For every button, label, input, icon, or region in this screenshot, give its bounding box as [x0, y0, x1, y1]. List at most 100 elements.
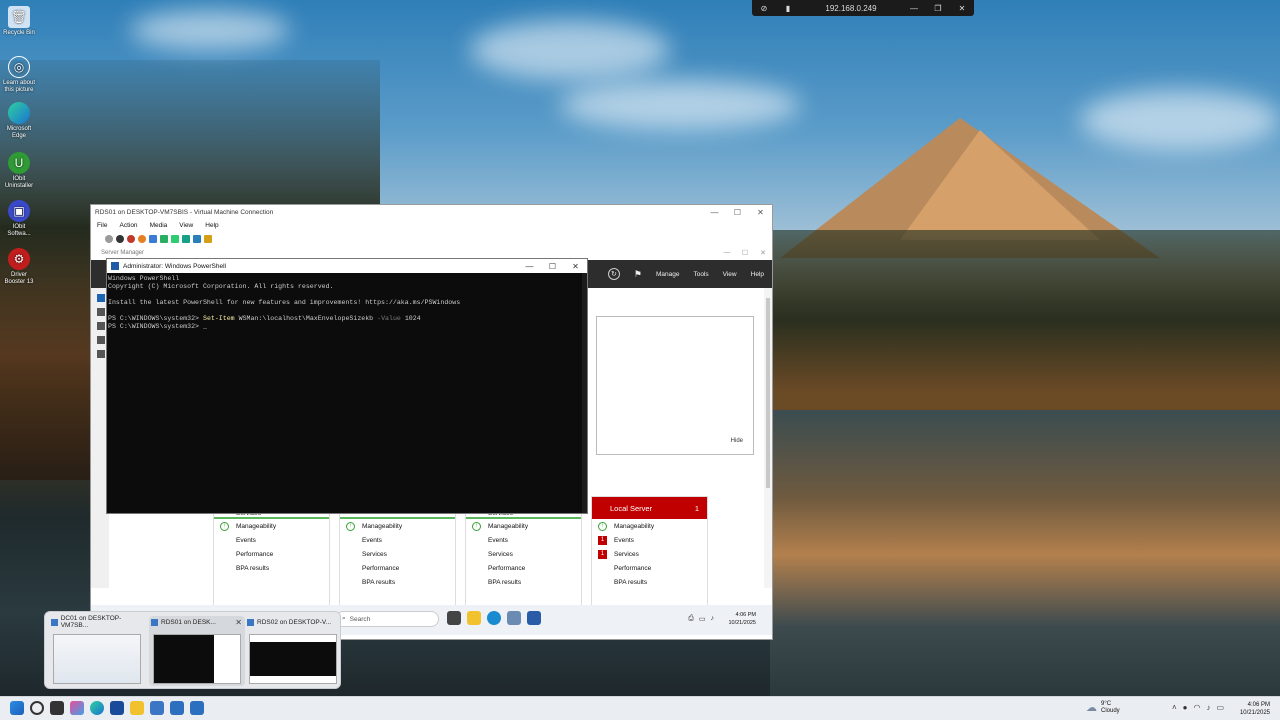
thumbnail-rds01[interactable]: RDS01 on DESK... ✕	[149, 616, 245, 686]
tile-row-manageability[interactable]: ↑ Manageability	[340, 519, 455, 533]
restore-button[interactable]: ❐	[926, 4, 950, 13]
tile-row-performance[interactable]: Performance	[466, 561, 581, 575]
tile-row-manageability[interactable]: ↑ Manageability	[466, 519, 581, 533]
refresh-icon[interactable]: ↻	[607, 268, 620, 280]
server-manager-scrollbar[interactable]	[764, 288, 772, 588]
minimize-button[interactable]: —	[718, 249, 736, 257]
file-explorer-icon[interactable]	[130, 701, 144, 715]
file-services-icon[interactable]	[97, 336, 105, 344]
tile-row-services[interactable]: Services	[466, 547, 581, 561]
desktop-icon-iobit-software[interactable]: ▣ IObit Softwa...	[2, 200, 36, 238]
maximize-button[interactable]: ☐	[726, 208, 749, 217]
minimize-button[interactable]: —	[902, 4, 926, 13]
checkpoint-icon[interactable]	[171, 235, 179, 243]
powershell-icon[interactable]	[527, 611, 541, 625]
task-view-icon[interactable]	[50, 701, 64, 715]
server-manager-icon[interactable]	[507, 611, 521, 625]
minimize-button[interactable]: —	[518, 262, 541, 271]
nav-manage[interactable]: Manage	[656, 271, 680, 278]
tile-row-performance[interactable]: Performance	[340, 561, 455, 575]
edge-icon[interactable]	[90, 701, 104, 715]
vm-search-box[interactable]: ⌕ Search	[335, 611, 439, 627]
close-button[interactable]: ✕	[749, 208, 772, 217]
tile-row-events[interactable]: Events	[340, 533, 455, 547]
nav-view[interactable]: View	[723, 271, 737, 278]
ctrl-alt-del-icon[interactable]	[105, 235, 113, 243]
menu-media[interactable]: Media	[150, 222, 168, 229]
nav-tools[interactable]: Tools	[693, 271, 708, 278]
tile-row-events[interactable]: Events	[214, 533, 329, 547]
menu-file[interactable]: File	[97, 222, 107, 229]
volume-icon[interactable]: ♪	[711, 615, 715, 623]
desktop-icon-edge[interactable]: Microsoft Edge	[2, 102, 36, 140]
vm-clock[interactable]: 4:06 PM 10/21/2025	[728, 611, 756, 627]
tile-row-bpa[interactable]: BPA results	[214, 561, 329, 575]
network-icon[interactable]: ●	[1183, 703, 1188, 712]
desktop-icon-driver-booster[interactable]: ⚙ Driver Booster 13	[2, 248, 36, 286]
volume-icon[interactable]: ♪	[1207, 703, 1211, 712]
tile-row-services[interactable]: Services	[340, 547, 455, 561]
menu-action[interactable]: Action	[119, 222, 137, 229]
no-connection-icon[interactable]: ⊘	[752, 4, 776, 13]
shutdown-icon[interactable]	[138, 235, 146, 243]
revert-icon[interactable]	[182, 235, 190, 243]
tile-row-services[interactable]: 1 Services	[592, 547, 707, 561]
flag-icon[interactable]: ⚑	[634, 269, 642, 280]
remote-desktop-icon[interactable]	[97, 350, 105, 358]
nav-help[interactable]: Help	[751, 271, 764, 278]
close-button[interactable]: ✕	[950, 4, 974, 13]
close-icon[interactable]: ✕	[235, 618, 242, 627]
menu-help[interactable]: Help	[205, 222, 218, 229]
chevron-up-icon[interactable]: ˄	[1172, 703, 1177, 712]
dashboard-icon[interactable]	[97, 294, 105, 302]
menu-view[interactable]: View	[179, 222, 193, 229]
desktop-icon-iobit-uninstaller[interactable]: U IObit Uninstaller	[2, 152, 36, 190]
tile-row-manageability[interactable]: ↑ Manageability	[592, 519, 707, 533]
battery-icon[interactable]: ▭	[1217, 703, 1225, 712]
file-explorer-icon[interactable]	[467, 611, 481, 625]
maximize-button[interactable]: ☐	[541, 262, 564, 271]
close-button[interactable]: ✕	[564, 262, 587, 271]
close-button[interactable]: ✕	[754, 249, 772, 257]
desktop-icon-learn-picture[interactable]: ◎ Learn about this picture	[2, 56, 36, 94]
desktop-icon-recycle-bin[interactable]: 🗑 Recycle Bin	[2, 6, 36, 37]
local-server-icon[interactable]	[97, 308, 105, 316]
wifi-icon[interactable]: ◠	[1194, 703, 1201, 712]
search-icon[interactable]	[30, 701, 44, 715]
vm-connection-icon[interactable]	[170, 701, 184, 715]
thumbnail-dc01[interactable]: DC01 on DESKTOP-VM7SB...	[49, 615, 145, 686]
tile-row-events[interactable]: 1 Events	[592, 533, 707, 547]
enhanced-session-icon[interactable]	[193, 235, 201, 243]
hyperv-manager-icon[interactable]	[150, 701, 164, 715]
store-icon[interactable]	[110, 701, 124, 715]
turn-off-icon[interactable]	[127, 235, 135, 243]
maximize-button[interactable]: ☐	[736, 249, 754, 257]
minimize-button[interactable]: —	[703, 208, 726, 217]
powershell-scrollbar[interactable]	[582, 273, 587, 513]
tile-row-bpa[interactable]: BPA results	[466, 575, 581, 589]
weather-widget[interactable]: ☁ 9°C Cloudy	[1086, 701, 1120, 715]
powershell-window[interactable]: Administrator: Windows PowerShell — ☐ ✕ …	[106, 258, 588, 514]
pause-icon[interactable]	[149, 235, 157, 243]
start-button[interactable]	[10, 701, 24, 715]
copilot-icon[interactable]	[70, 701, 84, 715]
tile-row-bpa[interactable]: BPA results	[340, 575, 455, 589]
tile-row-performance[interactable]: Performance	[214, 547, 329, 561]
vm-connection-icon[interactable]	[190, 701, 204, 715]
tile-row-performance[interactable]: Performance	[592, 561, 707, 575]
share-icon[interactable]	[204, 235, 212, 243]
system-clock[interactable]: 4:06 PM 10/21/2025	[1240, 701, 1270, 717]
tile-row-bpa[interactable]: BPA results	[592, 575, 707, 589]
hide-link[interactable]: Hide	[731, 438, 743, 444]
start-icon[interactable]	[116, 235, 124, 243]
task-view-icon[interactable]	[447, 611, 461, 625]
resume-icon[interactable]	[160, 235, 168, 243]
console-output[interactable]: Windows PowerShell Copyright (C) Microsof…	[107, 273, 587, 331]
display-icon[interactable]: ▭	[699, 615, 706, 623]
local-server-tile[interactable]: Local Server 1 ↑ Manageability 1 Events 1S…	[591, 496, 708, 606]
all-servers-icon[interactable]	[97, 322, 105, 330]
tile-row-manageability[interactable]: ↑ Manageability	[214, 519, 329, 533]
tile-row-events[interactable]: Events	[466, 533, 581, 547]
edge-icon[interactable]	[487, 611, 501, 625]
network-icon[interactable]: ⎙	[688, 615, 694, 623]
